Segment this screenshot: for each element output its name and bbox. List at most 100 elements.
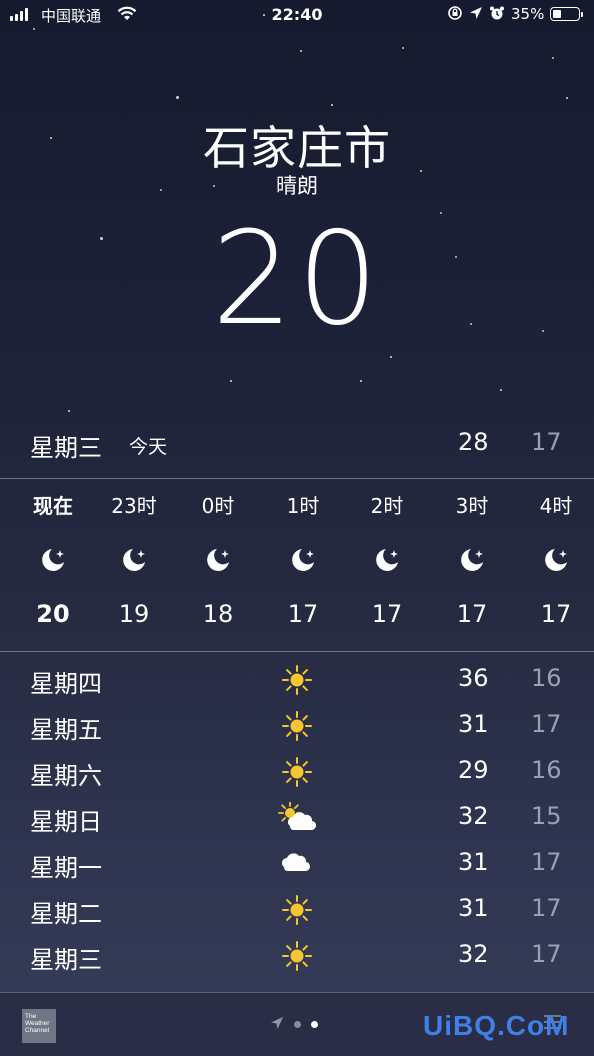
sun-icon [278, 894, 316, 926]
daily-low-temp: 17 [531, 940, 562, 968]
daily-row: 星期五 31 17 [0, 710, 594, 756]
page-dot-1 [294, 1021, 301, 1028]
moon-icon [458, 546, 486, 574]
daily-day: 星期一 [30, 854, 102, 882]
hourly-time: 3时 [455, 494, 489, 518]
daily-row: 星期二 31 17 [0, 894, 594, 940]
daily-high-temp: 31 [458, 848, 489, 876]
daily-day: 星期三 [30, 946, 102, 974]
hourly-time: 1时 [286, 494, 320, 518]
divider-bottom [0, 651, 594, 652]
star-decoration [390, 356, 392, 358]
daily-low-temp: 17 [531, 710, 562, 738]
today-day: 星期三 [30, 434, 102, 462]
sun-icon [278, 710, 316, 742]
hourly-temp: 17 [371, 600, 403, 628]
daily-row: 星期一 31 17 [0, 848, 594, 894]
hourly-forecast[interactable]: 现在 20 23时 19 0时 18 1时 17 2时 17 3时 17 4时 17 [0, 480, 594, 650]
today-summary-row: 星期三 今天 28 17 [0, 420, 594, 470]
daily-high-temp: 32 [458, 802, 489, 830]
hourly-temp: 20 [36, 600, 70, 628]
star-decoration [402, 47, 404, 49]
cloud-icon [278, 848, 316, 880]
daily-row: 星期三 32 17 [0, 940, 594, 986]
daily-day: 星期六 [30, 762, 102, 790]
star-decoration [500, 389, 502, 391]
star-decoration [552, 57, 554, 59]
hourly-item: 3时 17 [430, 480, 514, 650]
hourly-item: 1时 17 [261, 480, 345, 650]
moon-icon [542, 546, 570, 574]
weather-channel-logo-text: The Weather Channel [25, 1013, 50, 1034]
hourly-item: 23时 19 [92, 480, 176, 650]
hourly-time: 2时 [370, 494, 404, 518]
sun-icon [278, 940, 316, 972]
star-decoration [566, 97, 568, 99]
daily-row: 星期六 29 16 [0, 756, 594, 802]
daily-high-temp: 31 [458, 894, 489, 922]
today-low-temp: 17 [531, 428, 562, 456]
star-decoration [230, 380, 232, 382]
status-bar: 中国联通 22:40 35% [0, 0, 594, 30]
daily-day: 星期四 [30, 670, 102, 698]
star-decoration [360, 380, 362, 382]
divider-top [0, 478, 594, 479]
moon-icon [373, 546, 401, 574]
hourly-time: 现在 [33, 494, 73, 518]
daily-row: 星期日 32 15 [0, 801, 594, 848]
star-decoration [331, 104, 333, 106]
star-decoration [176, 96, 179, 99]
watermark: UiBQ.CoM [423, 1010, 570, 1041]
weather-screen: 中国联通 22:40 35% 石家庄市 晴朗 20 星期三 今天 28 17 现… [0, 0, 594, 1056]
daily-low-temp: 16 [531, 664, 562, 692]
hourly-temp: 18 [202, 600, 234, 628]
battery-tip [581, 12, 583, 17]
hourly-time: 4时 [539, 494, 573, 518]
star-decoration [68, 410, 70, 412]
daily-low-temp: 17 [531, 848, 562, 876]
page-indicator[interactable] [270, 1015, 318, 1034]
daily-day: 星期日 [30, 808, 102, 836]
daily-row: 星期四 36 16 [0, 664, 594, 710]
daily-day: 星期二 [30, 900, 102, 928]
hourly-temp: 17 [287, 600, 319, 628]
today-high-temp: 28 [458, 428, 489, 456]
star-decoration [300, 50, 302, 52]
hourly-temp: 19 [118, 600, 150, 628]
city-name: 石家庄市 [203, 121, 391, 175]
hourly-item: 2时 17 [345, 480, 429, 650]
daily-high-temp: 36 [458, 664, 489, 692]
daily-day: 星期五 [30, 716, 102, 744]
current-condition: 晴朗 [276, 174, 318, 198]
alarm-icon [489, 5, 505, 25]
current-temperature: 20 [211, 205, 383, 354]
hourly-time: 0时 [201, 494, 235, 518]
moon-icon [289, 546, 317, 574]
daily-low-temp: 17 [531, 894, 562, 922]
hourly-item: 现在 20 [11, 480, 95, 650]
location-arrow-icon [270, 1015, 284, 1034]
battery-percentage: 35% [511, 5, 545, 23]
daily-low-temp: 16 [531, 756, 562, 784]
battery-icon [550, 7, 580, 21]
hourly-item: 4时 17 [514, 480, 594, 650]
sun-icon [278, 756, 316, 788]
partly-cloudy-icon [278, 801, 317, 834]
location-icon [469, 6, 483, 24]
daily-high-temp: 32 [458, 940, 489, 968]
hourly-time: 23时 [111, 494, 157, 518]
today-label: 今天 [129, 436, 168, 458]
sun-icon [278, 664, 316, 696]
page-dot-2 [311, 1021, 318, 1028]
hourly-temp: 17 [540, 600, 572, 628]
moon-icon [39, 546, 67, 574]
daily-high-temp: 31 [458, 710, 489, 738]
rotation-lock-icon [447, 5, 463, 25]
weather-channel-logo[interactable]: The Weather Channel [22, 1009, 56, 1043]
moon-icon [120, 546, 148, 574]
daily-high-temp: 29 [458, 756, 489, 784]
daily-low-temp: 15 [531, 802, 562, 830]
moon-icon [204, 546, 232, 574]
hourly-item: 0时 18 [176, 480, 260, 650]
hourly-temp: 17 [456, 600, 488, 628]
